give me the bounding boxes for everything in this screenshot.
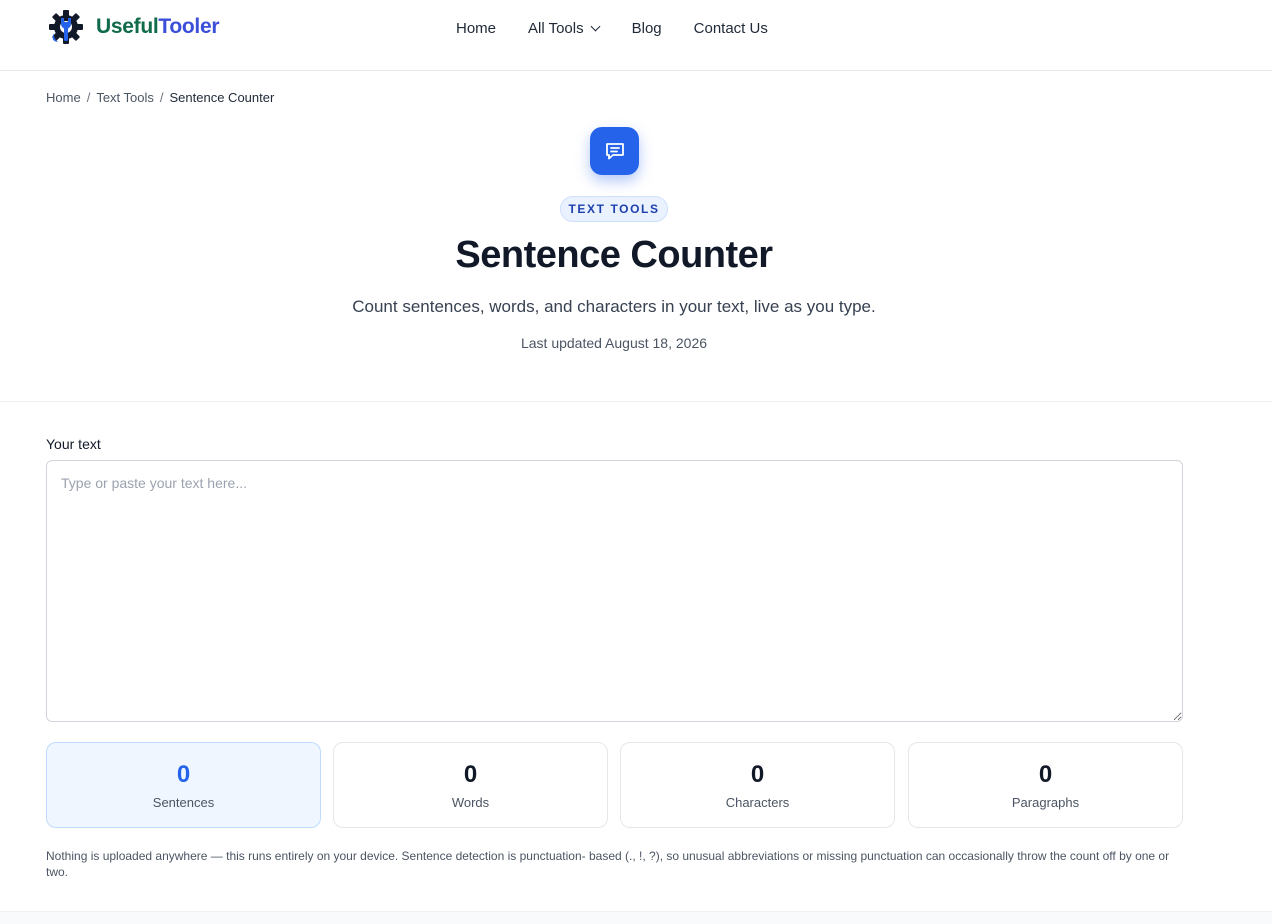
stat-card-paragraphs: 0 Paragraphs	[908, 742, 1183, 828]
hero-tool-icon-tile	[590, 127, 639, 175]
footer-band	[0, 911, 1272, 924]
top-navigation: UsefulTooler Home All Tools Blog Contact…	[0, 0, 1272, 71]
sentences-label: Sentences	[152, 795, 215, 810]
breadcrumb-separator: /	[159, 90, 164, 105]
brand-name-part2: Tooler	[158, 15, 220, 38]
main-menu: Home All Tools Blog Contact Us	[456, 20, 768, 37]
stat-card-sentences: 0 Sentences	[46, 742, 321, 828]
nav-home-link[interactable]: Home	[456, 20, 496, 37]
text-input[interactable]	[46, 460, 1183, 722]
category-badge[interactable]: TEXT TOOLS	[560, 196, 668, 222]
paragraphs-count: 0	[1038, 761, 1053, 788]
characters-count: 0	[750, 761, 765, 788]
section-divider	[0, 401, 1272, 402]
nav-all-tools-dropdown[interactable]: All Tools	[528, 20, 601, 37]
stat-card-characters: 0 Characters	[620, 742, 895, 828]
breadcrumb: Home / Text Tools / Sentence Counter	[46, 90, 274, 105]
nav-all-tools-label: All Tools	[528, 20, 584, 37]
brand-name: UsefulTooler	[96, 15, 220, 39]
words-label: Words	[451, 795, 490, 810]
sentences-count: 0	[176, 761, 191, 788]
words-count: 0	[463, 761, 478, 788]
privacy-note: Nothing is uploaded anywhere — this runs…	[46, 849, 1170, 879]
breadcrumb-separator: /	[86, 90, 91, 105]
nav-blog-link[interactable]: Blog	[632, 20, 662, 37]
stat-card-words: 0 Words	[333, 742, 608, 828]
gear-wrench-icon	[49, 10, 83, 44]
breadcrumb-home-link[interactable]: Home	[46, 90, 81, 105]
breadcrumb-current: Sentence Counter	[169, 90, 275, 105]
breadcrumb-text-tools-link[interactable]: Text Tools	[96, 90, 154, 105]
brand-name-part1: Useful	[96, 15, 159, 38]
paragraphs-label: Paragraphs	[1011, 795, 1080, 810]
nav-contact-link[interactable]: Contact Us	[694, 20, 768, 37]
chat-bubble-icon	[605, 143, 624, 160]
page-title: Sentence Counter	[455, 234, 773, 276]
last-updated: Last updated August 18, 2026	[520, 335, 708, 351]
brand-logo-link[interactable]: UsefulTooler	[48, 10, 220, 44]
page-subtitle: Count sentences, words, and characters i…	[352, 297, 876, 316]
chevron-down-icon	[590, 21, 601, 32]
text-input-label: Your text	[46, 436, 101, 452]
characters-label: Characters	[725, 795, 790, 810]
